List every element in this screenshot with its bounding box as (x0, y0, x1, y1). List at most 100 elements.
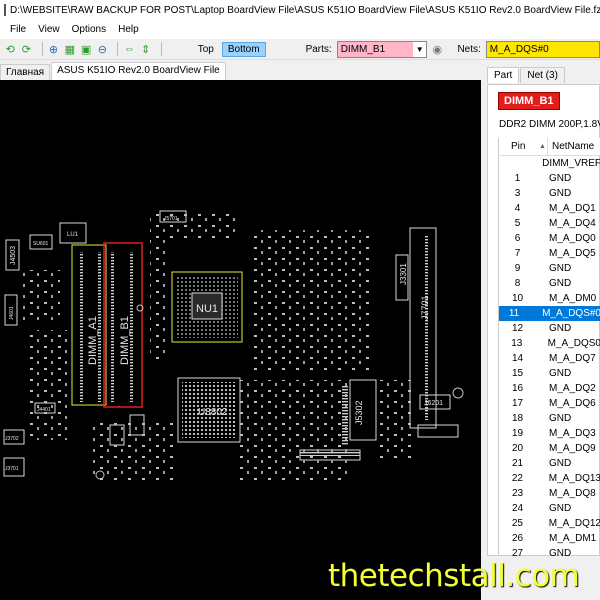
menu-bar: File View Options Help (0, 20, 600, 39)
net-name: GND (549, 323, 572, 334)
table-row[interactable]: 9 GND (499, 261, 600, 276)
table-row[interactable]: 8 GND (499, 276, 600, 291)
parts-combo[interactable]: DIMM_B1 ▼ (336, 40, 428, 58)
pin-table[interactable]: Pin ▲ NetName DIMM_VREF 1 GND 3 GND 4 M_A_DQ1 5… (498, 138, 600, 556)
pin-number: 25 (511, 518, 523, 529)
smd-area (250, 230, 370, 370)
table-row[interactable]: 12 GND (499, 321, 600, 336)
net-name: GND (549, 278, 572, 289)
board-drawing[interactable]: DIMM_A1 DIMM_B1 NU1 U8802 J7701 J3301 J5… (0, 80, 481, 600)
board-view-canvas[interactable]: DIMM_A1 DIMM_B1 NU1 U8802 J7701 J3301 J5… (0, 80, 481, 600)
tab-main[interactable]: Главная (0, 64, 51, 80)
table-row[interactable]: 7 M_A_DQ5 (499, 246, 600, 261)
net-name: M_A_DQ2 (549, 383, 596, 394)
pin-number: 14 (511, 353, 524, 364)
smd-area (240, 380, 350, 480)
pin-number: 6 (514, 233, 521, 244)
table-row[interactable]: 14 M_A_DQ7 (499, 351, 600, 366)
table-row[interactable]: 6 M_A_DQ0 (499, 231, 600, 246)
table-row[interactable]: 11 M_A_DQS#0 (499, 306, 600, 321)
label-j3702: J3702 (5, 436, 19, 442)
label-j4503: J4503 (10, 246, 17, 265)
tab-net[interactable]: Net (3) (520, 67, 565, 83)
smd-area (150, 210, 240, 240)
label-j6201: J6201 (424, 400, 443, 407)
tab-boardview-file[interactable]: ASUS K51IO Rev2.0 BoardView File (51, 62, 226, 80)
table-row[interactable]: 13 M_A_DQS0 (499, 336, 600, 351)
app-icon (4, 4, 6, 16)
pin-number: 18 (511, 413, 524, 424)
pin-number: 13 (511, 338, 523, 349)
nets-combo[interactable]: M_A_DQS#0 (485, 40, 600, 58)
label-dimm-a1: DIMM_A1 (87, 316, 99, 365)
flip-vertical-icon[interactable]: ⇕ (140, 42, 152, 56)
toolbar-separator (160, 42, 162, 56)
net-name: M_A_DQ9 (549, 443, 596, 454)
table-row[interactable]: 1 GND (499, 171, 600, 186)
menu-file[interactable]: File (4, 22, 32, 37)
table-row[interactable]: 15 GND (499, 366, 600, 381)
menu-help[interactable]: Help (112, 22, 145, 37)
column-netname[interactable]: NetName (547, 138, 594, 155)
pin-number: 5 (514, 218, 521, 229)
table-row[interactable]: 3 GND (499, 186, 600, 201)
net-name: M_A_DQ8 (549, 488, 596, 499)
flip-horizontal-icon[interactable]: ⇔ (123, 42, 135, 56)
label-lu1: LU1 (67, 232, 79, 238)
pin-number: 27 (511, 548, 524, 556)
j5302-pins (342, 385, 348, 445)
table-row[interactable]: 18 GND (499, 411, 600, 426)
net-name: GND (549, 458, 572, 469)
zoom-in-icon[interactable]: ⊕ (47, 42, 59, 56)
smd-area (25, 330, 70, 440)
table-row[interactable]: 25 M_A_DQ12 (499, 516, 600, 531)
smd-area (20, 270, 60, 320)
bottom-side-button[interactable]: Bottom (221, 41, 266, 57)
label-su601: SU601 (33, 241, 49, 247)
zoom-out-icon[interactable]: ⊖ (96, 42, 108, 56)
table-row[interactable]: 17 M_A_DQ6 (499, 396, 600, 411)
table-row[interactable]: DIMM_VREF (499, 156, 600, 171)
pin-number: 10 (511, 293, 524, 304)
rotate-right-icon[interactable]: ⟳ (20, 42, 32, 56)
label-dimm-b1: DIMM_B1 (119, 316, 131, 365)
table-row[interactable]: 5 M_A_DQ4 (499, 216, 600, 231)
menu-view[interactable]: View (32, 22, 66, 37)
net-name: GND (549, 188, 572, 199)
smd-area (380, 380, 415, 460)
table-row[interactable]: 23 M_A_DQ8 (499, 486, 600, 501)
top-side-button[interactable]: Top (193, 43, 219, 56)
label-nu1: NU1 (196, 303, 218, 315)
menu-options[interactable]: Options (66, 22, 112, 37)
net-name: M_A_DQS0 (547, 338, 600, 349)
sort-up-icon[interactable]: ▲ (539, 143, 547, 150)
zoom-area-icon[interactable]: ▣ (80, 42, 92, 56)
table-row[interactable]: 27 GND (499, 546, 600, 556)
pin-rows: DIMM_VREF 1 GND 3 GND 4 M_A_DQ1 5 M_A_DQ4 6 M_A_DQ… (499, 156, 600, 556)
search-part-icon[interactable]: ◉ (431, 42, 443, 56)
table-row[interactable]: 21 GND (499, 456, 600, 471)
table-row[interactable]: 22 M_A_DQ13 (499, 471, 600, 486)
chevron-down-icon[interactable]: ▼ (413, 45, 426, 54)
table-row[interactable]: 4 M_A_DQ1 (499, 201, 600, 216)
nets-value[interactable]: M_A_DQS#0 (486, 41, 599, 57)
net-name: GND (549, 368, 572, 379)
label-j4401: J4401 (37, 407, 51, 413)
dimm-a1-pins (80, 252, 83, 402)
parts-value[interactable]: DIMM_B1 (337, 41, 414, 57)
label-j7701: J7701 (420, 295, 430, 320)
table-row[interactable]: 20 M_A_DQ9 (499, 441, 600, 456)
label-j3701: J3701 (5, 466, 19, 472)
table-row[interactable]: 26 M_A_DM1 (499, 531, 600, 546)
pin-number: 24 (511, 503, 524, 514)
rotate-left-icon[interactable]: ⟲ (4, 42, 16, 56)
table-row[interactable]: 24 GND (499, 501, 600, 516)
column-pin[interactable]: Pin (499, 141, 539, 152)
table-row[interactable]: 16 M_A_DQ2 (499, 381, 600, 396)
part-name-badge: DIMM_B1 (498, 92, 560, 110)
table-row[interactable]: 19 M_A_DQ3 (499, 426, 600, 441)
table-row[interactable]: 10 M_A_DM0 (499, 291, 600, 306)
zoom-fit-icon[interactable]: ▦ (64, 42, 76, 56)
mounting-hole (452, 387, 464, 399)
tab-part[interactable]: Part (487, 67, 520, 83)
